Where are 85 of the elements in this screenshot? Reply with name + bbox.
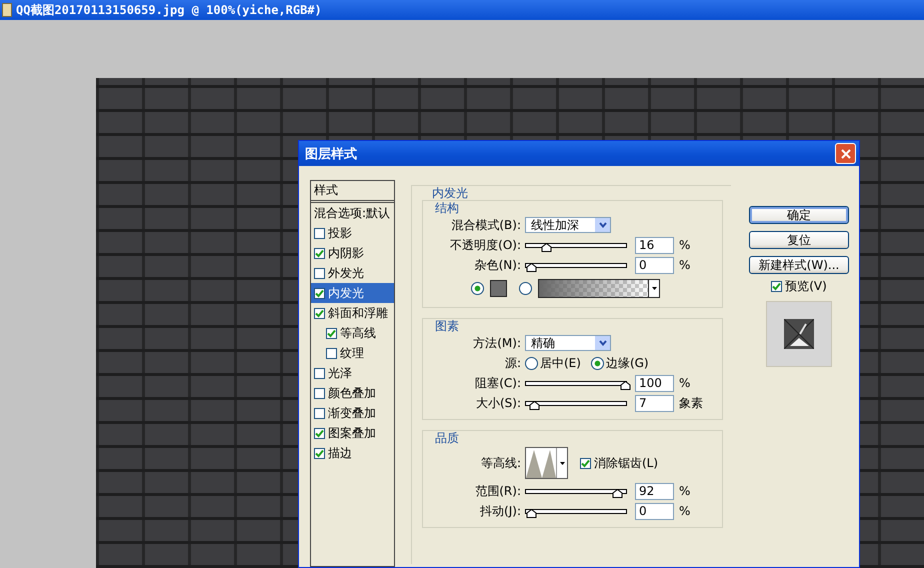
radio-label: 居中(E): [540, 354, 581, 372]
color-swatch[interactable]: [490, 280, 507, 296]
dropdown-value: 精确: [531, 334, 555, 352]
slider-thumb[interactable]: [541, 242, 552, 252]
checkbox[interactable]: [314, 428, 325, 438]
window-title: QQ截图20170113150659.jpg @ 100%(yiche,RGB#): [16, 2, 322, 18]
dropdown[interactable]: 线性加深: [525, 217, 611, 233]
field-label: 范围(R):: [474, 482, 522, 500]
dropdown[interactable]: 精确: [525, 335, 611, 351]
checkbox[interactable]: [771, 281, 782, 292]
dropdown-value: 线性加深: [531, 216, 579, 234]
caret-icon: [648, 280, 659, 296]
checkbox[interactable]: [314, 388, 325, 398]
document-icon: [2, 3, 12, 17]
field-label: 混合模式(B):: [450, 216, 522, 234]
number-field[interactable]: 0: [635, 256, 674, 274]
contour-picker[interactable]: [525, 447, 568, 479]
style-list-item[interactable]: 光泽: [311, 363, 394, 383]
slider-thumb[interactable]: [526, 262, 537, 272]
style-list-item[interactable]: 描边: [311, 443, 394, 463]
dialog-title: 图层样式: [305, 146, 357, 162]
field-label: 阻塞(C):: [474, 374, 522, 392]
style-list-item[interactable]: 外发光: [311, 263, 394, 283]
preview-thumbnail: [784, 319, 814, 349]
field-label: 不透明度(O):: [449, 236, 522, 254]
close-icon: [840, 148, 852, 160]
style-list-item[interactable]: 投影: [311, 223, 394, 243]
checkbox[interactable]: [326, 328, 337, 338]
slider-thumb[interactable]: [528, 400, 540, 410]
field-label: 等高线:: [480, 454, 522, 472]
dialog-button[interactable]: 确定: [749, 206, 849, 224]
style-list-item[interactable]: 内阴影: [311, 243, 394, 263]
checkbox[interactable]: [326, 348, 337, 358]
radio-button[interactable]: [519, 282, 532, 294]
unit-label: 象素: [678, 394, 703, 412]
radio-option[interactable]: 居中(E): [525, 354, 581, 372]
style-list-item[interactable]: 混合选项:默认: [311, 203, 394, 223]
checkbox[interactable]: [314, 308, 325, 318]
unit-label: %: [678, 504, 690, 518]
field-label: 抖动(J):: [479, 502, 522, 520]
number-field[interactable]: 0: [635, 502, 674, 520]
slider-thumb[interactable]: [620, 380, 631, 390]
contour-curve-icon: [526, 448, 556, 478]
checkbox-label: 预览(V): [785, 278, 827, 295]
checkbox-label: 消除锯齿(L): [594, 454, 658, 472]
number-field[interactable]: 92: [635, 482, 674, 500]
radio-button[interactable]: [590, 356, 604, 370]
unit-label: %: [678, 258, 690, 272]
radio-button[interactable]: [471, 282, 484, 294]
style-list-item[interactable]: 渐变叠加: [311, 403, 394, 423]
radio-label: 边缘(G): [606, 354, 649, 372]
style-list-item[interactable]: 内发光: [311, 283, 394, 303]
unit-label: %: [678, 376, 690, 390]
field-label: 方法(M):: [472, 334, 522, 352]
field-label: 大小(S):: [474, 394, 522, 412]
checkbox[interactable]: [314, 248, 325, 258]
slider-thumb[interactable]: [612, 488, 624, 498]
number-field[interactable]: 16: [635, 236, 674, 254]
checkbox[interactable]: [314, 288, 325, 298]
checkbox[interactable]: [314, 368, 325, 378]
number-field[interactable]: 100: [635, 374, 674, 392]
radio-button[interactable]: [525, 356, 538, 370]
checkbox[interactable]: [580, 458, 591, 468]
style-list-item[interactable]: 等高线: [311, 323, 394, 343]
slider-thumb[interactable]: [526, 508, 537, 518]
field-label: 源:: [504, 354, 522, 372]
checkbox[interactable]: [314, 408, 325, 418]
gradient-picker[interactable]: [538, 278, 660, 298]
style-list-item[interactable]: 斜面和浮雕: [311, 303, 394, 323]
style-list-item[interactable]: 纹理: [311, 343, 394, 363]
style-list-item[interactable]: 图案叠加: [311, 423, 394, 443]
dialog-button[interactable]: 新建样式(W)...: [749, 256, 849, 274]
close-button[interactable]: [835, 143, 856, 164]
unit-label: %: [678, 484, 690, 498]
unit-label: %: [678, 238, 690, 252]
dialog-button[interactable]: 复位: [749, 231, 849, 249]
checkbox[interactable]: [314, 228, 325, 238]
number-field[interactable]: 7: [635, 394, 674, 412]
list-header: 样式: [311, 181, 394, 203]
checkbox[interactable]: [314, 268, 325, 278]
checkbox[interactable]: [314, 448, 325, 458]
field-label: 杂色(N):: [474, 256, 522, 274]
style-list-item[interactable]: 颜色叠加: [311, 383, 394, 403]
radio-option[interactable]: 边缘(G): [590, 354, 649, 372]
caret-icon: [556, 448, 567, 478]
